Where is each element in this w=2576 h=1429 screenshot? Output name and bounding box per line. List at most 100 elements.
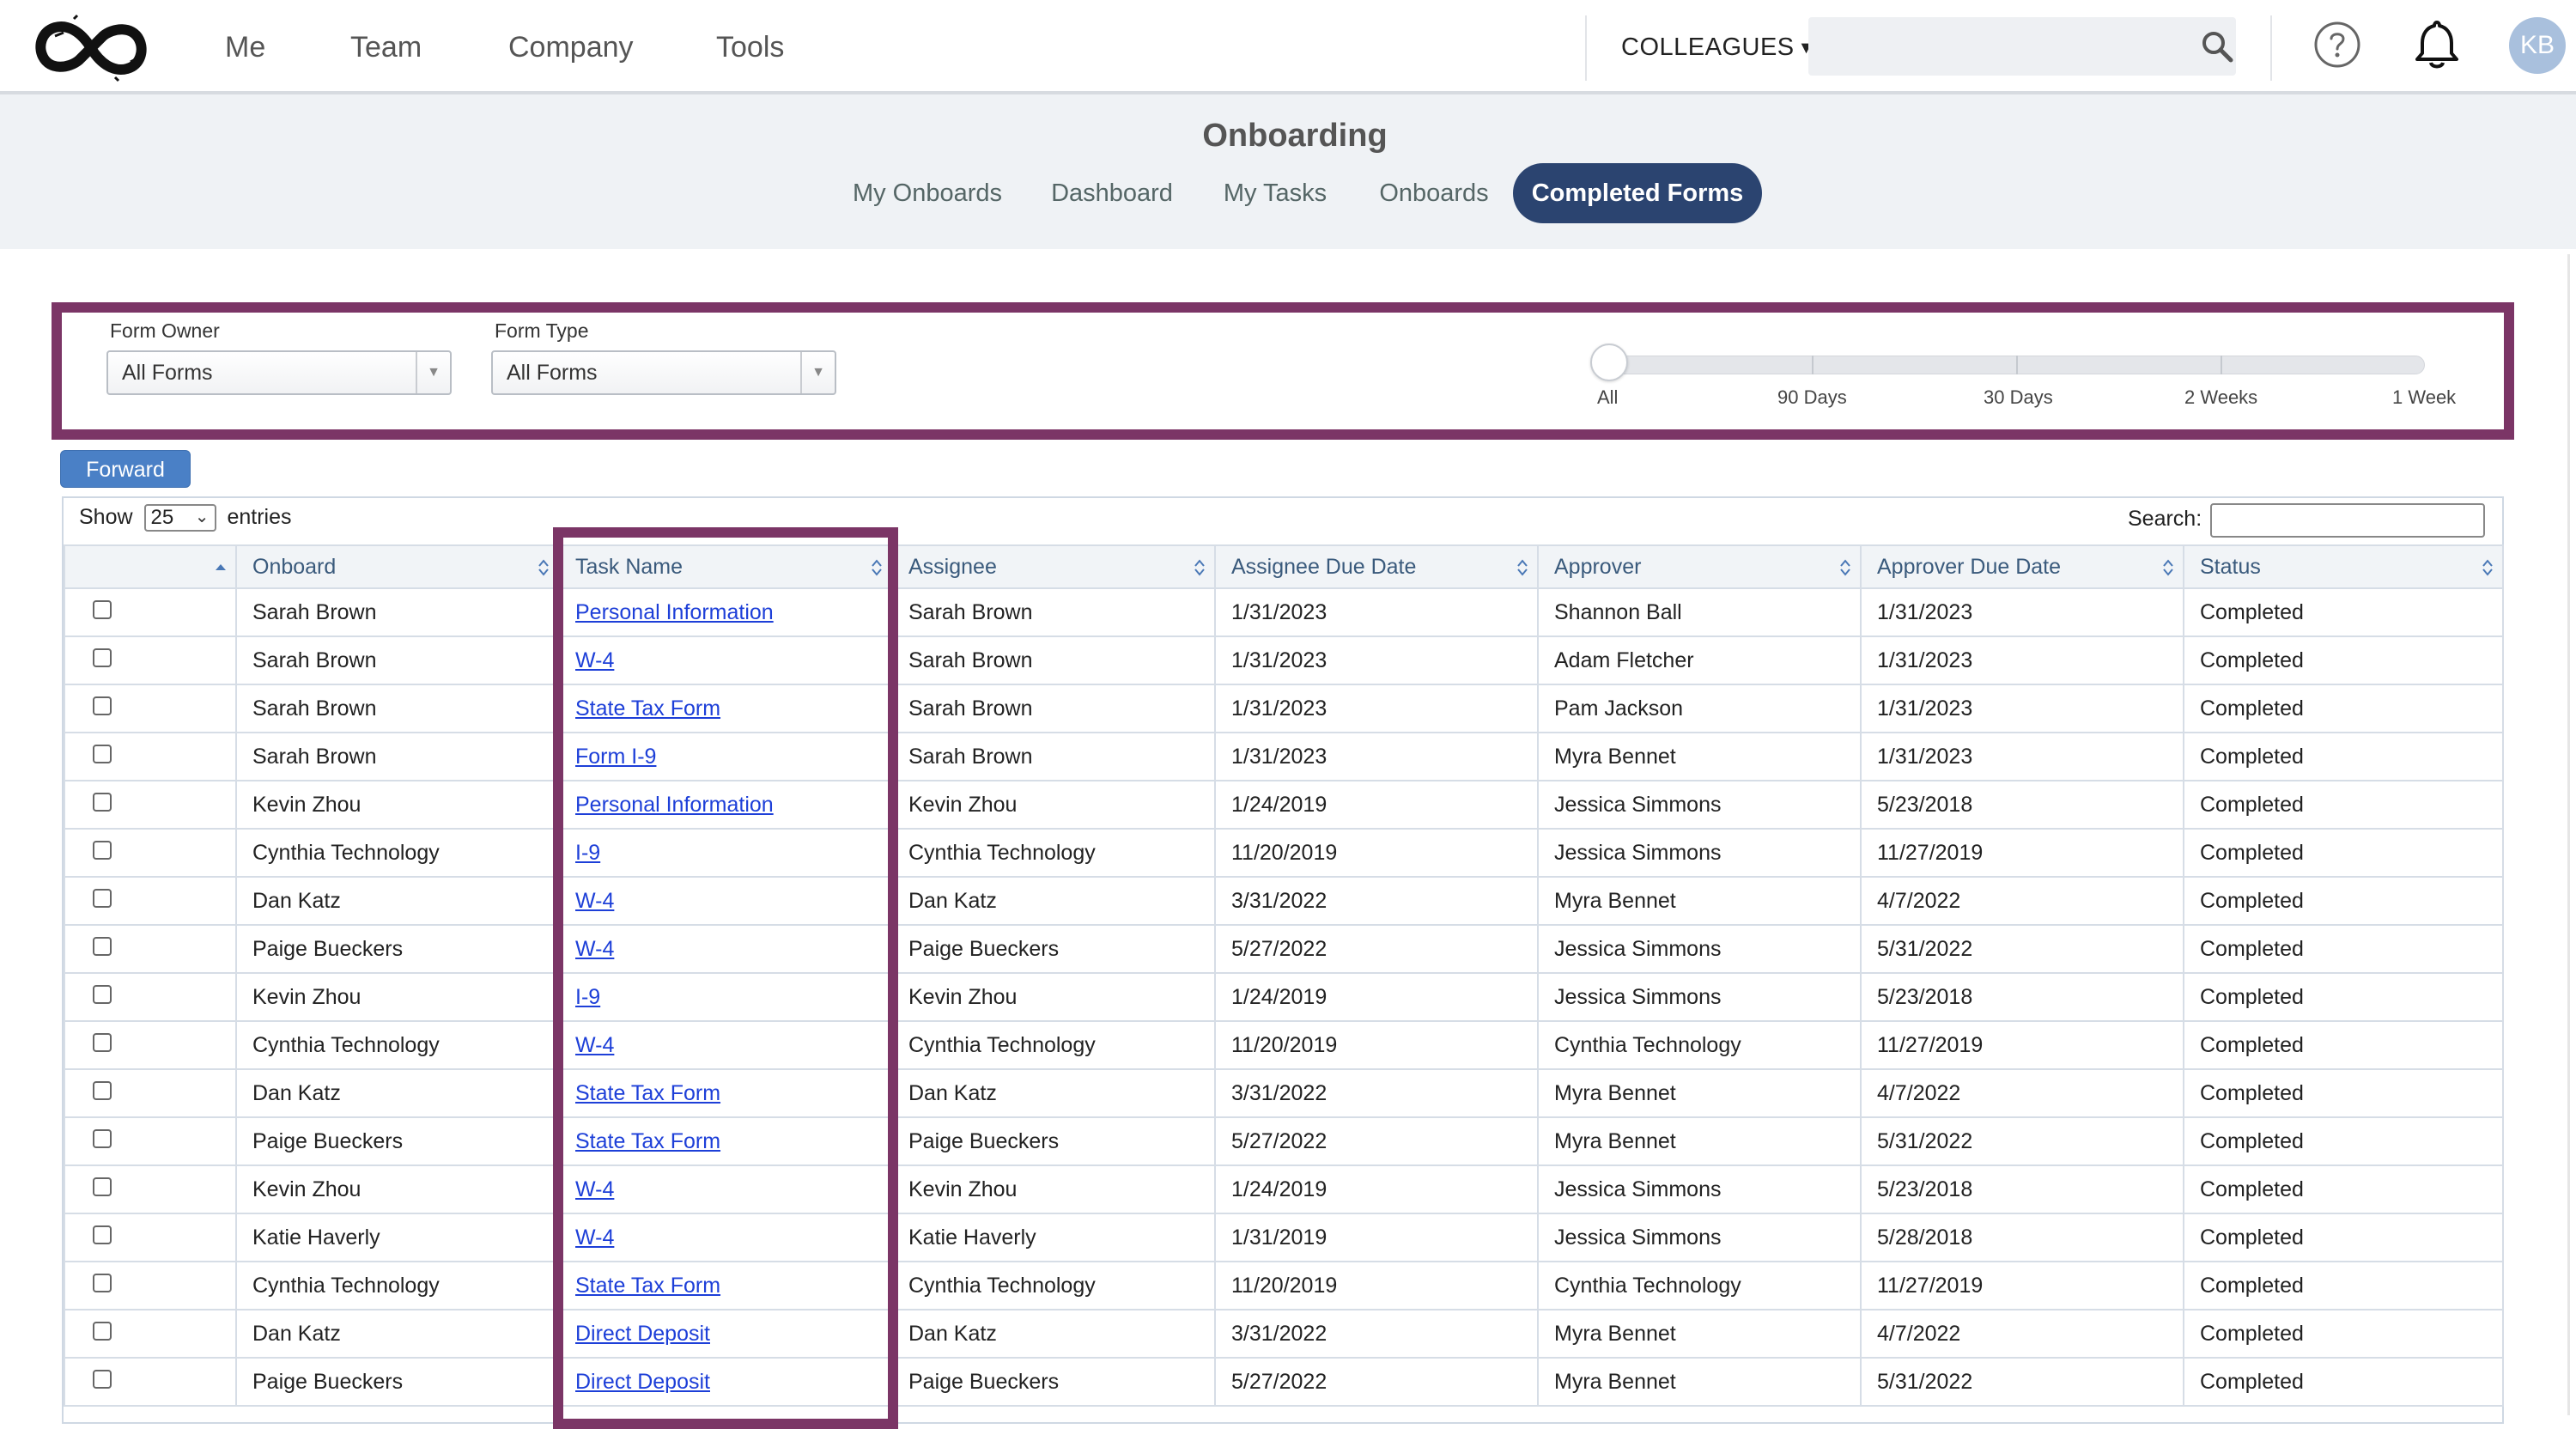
- range-label-all[interactable]: All: [1597, 386, 1618, 409]
- column-header-task-name[interactable]: Task Name: [558, 544, 893, 589]
- row-checkbox[interactable]: [93, 744, 112, 763]
- task-name-cell: State Tax Form: [558, 1261, 893, 1310]
- onboard-cell: Sarah Brown: [235, 684, 560, 733]
- column-header-approver[interactable]: Approver: [1537, 544, 1862, 589]
- row-checkbox[interactable]: [93, 1273, 112, 1292]
- range-label-30-days[interactable]: 30 Days: [1984, 386, 2053, 409]
- approver-due-date-cell: 11/27/2019: [1860, 1020, 2184, 1070]
- row-checkbox[interactable]: [93, 1225, 112, 1244]
- approver-cell: Jessica Simmons: [1537, 1164, 1862, 1214]
- entries-per-page-select[interactable]: 25 ⌄: [143, 504, 216, 532]
- row-checkbox[interactable]: [93, 840, 112, 860]
- nav-me[interactable]: Me: [225, 26, 265, 69]
- task-name-link[interactable]: W-4: [575, 1033, 614, 1057]
- onboard-cell: Sarah Brown: [235, 635, 560, 685]
- task-name-link[interactable]: State Tax Form: [575, 1081, 720, 1105]
- task-name-link[interactable]: State Tax Form: [575, 696, 720, 721]
- page-scrollbar[interactable]: [2567, 254, 2570, 1415]
- task-name-link[interactable]: Form I-9: [575, 745, 656, 769]
- row-checkbox[interactable]: [93, 1369, 112, 1389]
- row-checkbox[interactable]: [93, 984, 112, 1004]
- nav-tools[interactable]: Tools: [716, 26, 784, 69]
- column-label: Status: [2200, 554, 2261, 579]
- row-checkbox[interactable]: [93, 888, 112, 908]
- task-name-link[interactable]: State Tax Form: [575, 1274, 720, 1298]
- row-checkbox[interactable]: [93, 599, 112, 619]
- task-name-link[interactable]: W-4: [575, 1225, 614, 1250]
- task-name-link[interactable]: W-4: [575, 648, 614, 672]
- colleagues-dropdown[interactable]: COLLEAGUES ▼: [1621, 26, 1815, 71]
- tab-onboards[interactable]: Onboards: [1365, 163, 1503, 223]
- row-select-cell: [64, 924, 237, 974]
- assignee-cell: Dan Katz: [891, 1068, 1216, 1118]
- row-select-cell: [64, 1068, 237, 1118]
- task-name-link[interactable]: Direct Deposit: [575, 1370, 710, 1394]
- task-name-link[interactable]: State Tax Form: [575, 1129, 720, 1153]
- task-name-link[interactable]: I-9: [575, 985, 600, 1009]
- approver-cell: Myra Bennet: [1537, 876, 1862, 926]
- column-header-status[interactable]: Status: [2183, 544, 2504, 589]
- status-cell: Completed: [2183, 924, 2504, 974]
- approver-cell: Shannon Ball: [1537, 587, 1862, 637]
- column-header-approver-due-date[interactable]: Approver Due Date: [1860, 544, 2184, 589]
- status-cell: Completed: [2183, 587, 2504, 637]
- tab-my-onboards[interactable]: My Onboards: [841, 163, 1013, 223]
- task-name-link[interactable]: W-4: [575, 889, 614, 913]
- form-owner-select[interactable]: All Forms ▼: [106, 350, 452, 395]
- assignee-due-date-cell: 1/31/2023: [1214, 635, 1539, 685]
- bell-icon[interactable]: [2413, 19, 2461, 70]
- row-select-cell: [64, 972, 237, 1022]
- row-checkbox[interactable]: [93, 648, 112, 667]
- approver-due-date-cell: 5/31/2022: [1860, 924, 2184, 974]
- row-checkbox[interactable]: [93, 1032, 112, 1052]
- table-row: Kevin Zhou W-4 Kevin Zhou 1/24/2019 Jessica …: [64, 1164, 2504, 1214]
- tab-my-tasks[interactable]: My Tasks: [1211, 163, 1340, 223]
- user-avatar[interactable]: KB: [2509, 17, 2566, 74]
- tab-completed-forms[interactable]: Completed Forms: [1513, 163, 1762, 223]
- table-row: Dan Katz W-4 Dan Katz 3/31/2022 Myra Bennet 4…: [64, 876, 2504, 926]
- approver-cell: Adam Fletcher: [1537, 635, 1862, 685]
- help-icon[interactable]: [2313, 21, 2361, 69]
- row-checkbox[interactable]: [93, 1177, 112, 1196]
- nav-company[interactable]: Company: [508, 26, 634, 69]
- task-name-link[interactable]: Direct Deposit: [575, 1322, 710, 1346]
- row-checkbox[interactable]: [93, 696, 112, 715]
- task-name-link[interactable]: W-4: [575, 1177, 614, 1201]
- range-label-2-weeks[interactable]: 2 Weeks: [2184, 386, 2257, 409]
- nav-divider: [1585, 15, 1587, 81]
- infinity-logo-icon[interactable]: [29, 12, 153, 84]
- approver-due-date-cell: 4/7/2022: [1860, 876, 2184, 926]
- column-header-select[interactable]: [64, 544, 237, 589]
- range-label-1-week[interactable]: 1 Week: [2392, 386, 2456, 409]
- row-checkbox[interactable]: [93, 1080, 112, 1100]
- row-checkbox[interactable]: [93, 1321, 112, 1341]
- forward-button[interactable]: Forward: [60, 450, 191, 488]
- nav-team[interactable]: Team: [350, 26, 422, 69]
- row-checkbox[interactable]: [93, 1128, 112, 1148]
- task-name-link[interactable]: W-4: [575, 937, 614, 961]
- row-select-cell: [64, 1357, 237, 1407]
- task-name-link[interactable]: Personal Information: [575, 793, 774, 817]
- date-range-slider-handle[interactable]: [1590, 344, 1628, 381]
- row-checkbox[interactable]: [93, 936, 112, 956]
- task-name-link[interactable]: I-9: [575, 841, 600, 865]
- tab-dashboard[interactable]: Dashboard: [1039, 163, 1185, 223]
- task-name-link[interactable]: Personal Information: [575, 600, 774, 624]
- search-icon[interactable]: [2200, 29, 2234, 64]
- assignee-due-date-cell: 1/31/2023: [1214, 587, 1539, 637]
- form-type-select[interactable]: All Forms ▼: [491, 350, 836, 395]
- assignee-due-date-cell: 3/31/2022: [1214, 876, 1539, 926]
- approver-cell: Myra Bennet: [1537, 732, 1862, 781]
- range-label-90-days[interactable]: 90 Days: [1777, 386, 1847, 409]
- table-row: Paige Bueckers W-4 Paige Bueckers 5/27/2022…: [64, 924, 2504, 974]
- colleague-search-input[interactable]: [1808, 17, 2236, 76]
- column-header-onboard[interactable]: Onboard: [235, 544, 560, 589]
- row-checkbox[interactable]: [93, 792, 112, 812]
- table-search-input[interactable]: [2210, 503, 2485, 538]
- column-header-assignee[interactable]: Assignee: [891, 544, 1216, 589]
- table-header-row: Onboard Task Name Assignee Assignee Due …: [64, 544, 2504, 589]
- column-header-assignee-due-date[interactable]: Assignee Due Date: [1214, 544, 1539, 589]
- date-range-slider-track[interactable]: [1611, 356, 2425, 374]
- approver-due-date-cell: 11/27/2019: [1860, 828, 2184, 878]
- sort-icon: [2163, 559, 2173, 576]
